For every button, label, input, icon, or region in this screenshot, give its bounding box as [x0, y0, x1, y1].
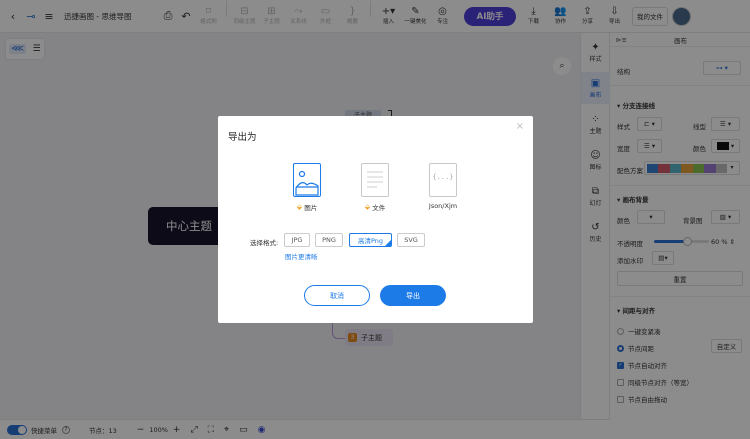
export-option-label: 图片: [304, 204, 318, 212]
clarity-link[interactable]: 图片更清晰: [285, 251, 318, 261]
close-icon[interactable]: ×: [516, 121, 524, 132]
dialog-title: 导出为: [228, 132, 257, 143]
export-option-label: 文件: [372, 204, 386, 212]
format-jpg[interactable]: JPG: [284, 233, 310, 247]
export-option-file[interactable]: ⬙ 文件: [350, 163, 400, 212]
export-option-label: Json/Xjm: [428, 202, 458, 210]
image-file-icon: [293, 163, 321, 197]
svg-text:{...}: {...}: [432, 173, 453, 181]
format-hd-png[interactable]: 高清Png: [349, 233, 392, 247]
pin-icon: ⬙: [296, 203, 303, 211]
document-file-icon: [361, 163, 389, 197]
export-option-json[interactable]: {...} Json/Xjm: [418, 163, 468, 210]
format-png[interactable]: PNG: [315, 233, 343, 247]
export-option-image[interactable]: ⬙ 图片: [282, 163, 332, 212]
pin-icon: ⬙: [364, 203, 371, 211]
format-label: 选择格式:: [250, 239, 279, 247]
export-button[interactable]: 导出: [380, 285, 446, 306]
export-dialog: 导出为 × ⬙ 图片 ⬙ 文件 {...} Json/Xjm 选择格式: JPG P…: [218, 116, 533, 323]
json-file-icon: {...}: [429, 163, 457, 197]
format-svg[interactable]: SVG: [397, 233, 425, 247]
cancel-button[interactable]: 取消: [304, 285, 370, 306]
